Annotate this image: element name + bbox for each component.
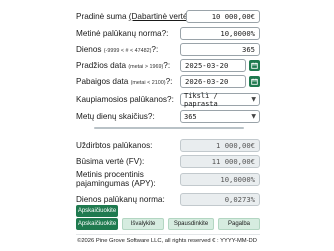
- daily-rate-label: Dienos palūkanų norma:: [76, 195, 165, 204]
- end-date-row: Pabaigos data (metai < 2100)?: 2026-03-2…: [76, 75, 260, 88]
- start-date-row: Pradžios data (metai > 1969)?: 2025-03-2…: [76, 59, 260, 72]
- interest-label: Uždirbtos palūkanos:: [76, 141, 153, 150]
- compounding-label: Kaupiamosios palūkanos?:: [76, 95, 174, 104]
- footer-divider: [76, 234, 260, 235]
- end-date-label: Pabaigos data (metai < 2100)?:: [76, 77, 173, 86]
- compounding-select[interactable]: Tikslì / paprasta ▼: [180, 91, 260, 108]
- days-input[interactable]: 365: [180, 43, 260, 56]
- principal-input[interactable]: 10 000,00€: [186, 10, 260, 23]
- help-button[interactable]: Pagalba: [218, 218, 260, 230]
- start-date-label: Pradžios data (metai > 1969)?:: [76, 61, 171, 70]
- calculate-button-top[interactable]: Apskaičiuokite: [76, 205, 118, 217]
- principal-row: Pradinė suma (Dabartinė vertė)?: 10 000,…: [76, 10, 260, 23]
- calculator-panel: Pradinė suma (Dabartinė vertė)?: 10 000,…: [66, 0, 268, 251]
- day-count-label: Metų dienų skaičius?:: [76, 112, 155, 121]
- clear-button[interactable]: Išvalykite: [122, 218, 164, 230]
- interest-output: 1 000,00€: [180, 139, 260, 152]
- daily-rate-output: 0,0273%: [180, 193, 260, 206]
- divider-slider: [94, 127, 244, 129]
- fv-label: Būsima vertė (FV):: [76, 157, 145, 166]
- chevron-down-icon: ▼: [251, 113, 256, 120]
- compounding-value: Tikslì / paprasta: [184, 91, 218, 108]
- apy-output: 10,0000%: [180, 172, 260, 186]
- rate-input[interactable]: 10,0000%: [180, 27, 260, 40]
- apy-row: Metinis procentinis pajamingumas (APY): 1…: [76, 170, 260, 188]
- calendar-icon[interactable]: [249, 76, 260, 87]
- print-button[interactable]: Spausdinkite: [168, 218, 214, 230]
- apy-label: Metinis procentinis pajamingumas (APY):: [76, 170, 156, 188]
- days-row: Dienos (-9999 < # < 47482)?: 365: [76, 43, 260, 56]
- calendar-icon[interactable]: [249, 60, 260, 71]
- calculate-button[interactable]: Apskaičiuokite: [76, 218, 118, 230]
- start-date-group: 2025-03-20: [180, 59, 260, 72]
- footer-text: ©2026 Pine Grove Software LLC, all right…: [77, 238, 257, 244]
- interest-row: Uždirbtos palūkanos: 1 000,00€: [76, 139, 260, 152]
- principal-label: Pradinė suma (Dabartinė vertė)?:: [76, 12, 187, 21]
- day-count-select[interactable]: 365 ▼: [180, 110, 260, 123]
- rate-row: Metinė palūkanų norma?: 10,0000%: [76, 27, 260, 40]
- days-label: Dienos (-9999 < # < 47482)?:: [76, 45, 159, 54]
- day-count-value: 365: [184, 112, 197, 121]
- compounding-row: Kaupiamosios palūkanos?: Tikslì / papras…: [76, 91, 260, 108]
- day-count-row: Metų dienų skaičius?: 365 ▼: [76, 110, 260, 123]
- chevron-down-icon: ▼: [251, 96, 256, 103]
- start-date-input[interactable]: 2025-03-20: [180, 59, 246, 72]
- rate-label: Metinė palūkanų norma?:: [76, 29, 169, 38]
- end-date-group: 2026-03-20: [180, 75, 260, 88]
- fv-row: Būsima vertė (FV): 11 000,00€: [76, 155, 260, 168]
- end-date-input[interactable]: 2026-03-20: [180, 75, 246, 88]
- fv-output: 11 000,00€: [180, 155, 260, 168]
